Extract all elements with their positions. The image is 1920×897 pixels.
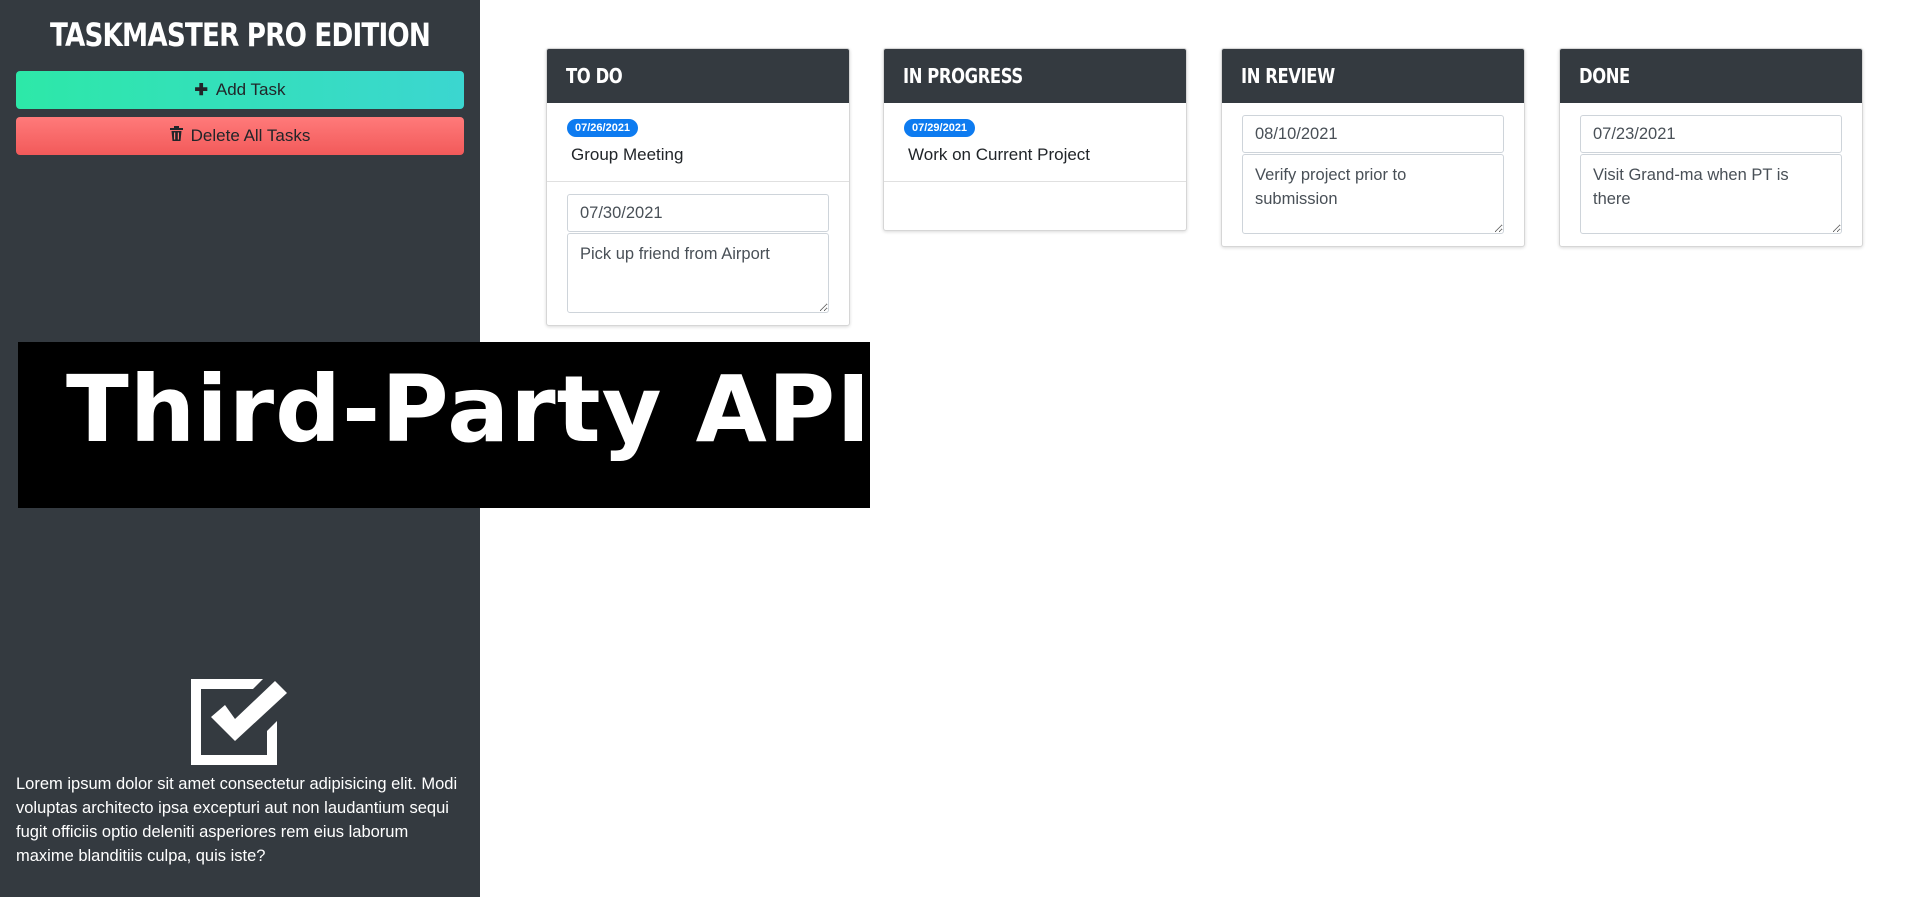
- column-in-review: In Review Verify project prior to submis…: [1221, 48, 1525, 247]
- task-text-input[interactable]: Visit Grand-ma when PT is there: [1580, 154, 1842, 234]
- task-text-input[interactable]: Pick up friend from Airport: [567, 233, 829, 313]
- task-text: Work on Current Project: [908, 145, 1091, 164]
- task-editor: Pick up friend from Airport: [547, 182, 849, 325]
- delete-all-tasks-button[interactable]: Delete All Tasks: [16, 117, 464, 155]
- checkbox-checked-icon: [191, 679, 289, 765]
- empty-drop-area[interactable]: [884, 182, 1186, 230]
- column-header: Done: [1560, 49, 1862, 103]
- column-in-progress: In Progress 07/29/2021 Work on Current P…: [883, 48, 1187, 231]
- task-editor: Visit Grand-ma when PT is there: [1560, 103, 1862, 246]
- due-date-badge: 07/26/2021: [567, 119, 639, 137]
- task-text-input[interactable]: Verify project prior to submission: [1242, 154, 1504, 234]
- trash-icon: [169, 126, 183, 146]
- delete-all-tasks-label: Delete All Tasks: [190, 126, 311, 145]
- task-item[interactable]: 07/29/2021 Work on Current Project: [884, 103, 1186, 182]
- plus-icon: ✚: [194, 82, 208, 99]
- column-header: To Do: [547, 49, 849, 103]
- add-task-button[interactable]: ✚ Add Task: [16, 71, 464, 109]
- task-item[interactable]: 07/26/2021 Group Meeting: [547, 103, 849, 182]
- due-date-input[interactable]: [1242, 115, 1504, 153]
- banner-text: Third-Party APIs: [66, 356, 928, 463]
- task-editor: Verify project prior to submission: [1222, 103, 1524, 246]
- column-header: In Review: [1222, 49, 1524, 103]
- column-todo: To Do 07/26/2021 Group Meeting Pick up f…: [546, 48, 850, 326]
- app-title: TASKMASTER PRO EDITION: [49, 16, 431, 54]
- add-task-label: Add Task: [215, 80, 286, 99]
- sidebar-description: Lorem ipsum dolor sit amet consectetur a…: [16, 775, 458, 865]
- title-banner: Third-Party APIs: [18, 342, 926, 508]
- due-date-badge: 07/29/2021: [904, 119, 976, 137]
- task-text: Group Meeting: [571, 145, 684, 164]
- due-date-input[interactable]: [1580, 115, 1842, 153]
- due-date-input[interactable]: [567, 194, 829, 232]
- column-done: Done Visit Grand-ma when PT is there: [1559, 48, 1863, 247]
- column-header: In Progress: [884, 49, 1186, 103]
